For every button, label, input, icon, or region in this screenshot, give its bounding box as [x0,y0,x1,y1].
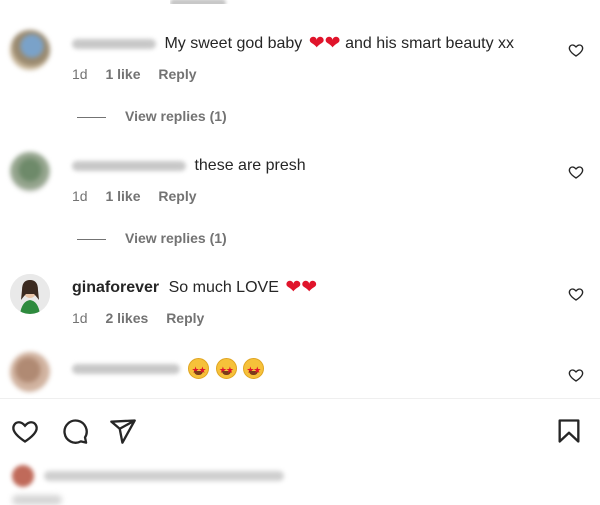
comment-text-suffix: and his smart beauty xx [345,35,515,52]
previous-view-replies-fragment [170,0,240,4]
comment-meta: 1d 1 like Reply [72,188,211,204]
comment-username[interactable]: ginaforever [72,279,159,296]
likes-fragment-blurred [12,495,62,505]
reply-button[interactable]: Reply [158,66,196,82]
avatar[interactable] [10,352,50,392]
star-struck-emoji [243,358,265,380]
star-struck-emoji [215,358,237,380]
comment-meta: 1d 1 like Reply [72,66,211,82]
likes-count[interactable]: 1 like [105,188,140,204]
comment-text: these are presh [194,157,306,174]
view-replies-button[interactable]: View replies (1) [77,230,227,246]
username-blurred[interactable] [72,160,186,171]
username-blurred[interactable] [72,38,156,49]
liked-by-avatar [12,465,34,487]
avatar-image [10,274,50,314]
likes-count[interactable]: 1 like [105,66,140,82]
comment-time: 1d [72,66,88,82]
avatar[interactable] [10,30,50,70]
send-icon[interactable] [109,417,137,445]
avatar[interactable] [10,274,50,314]
likes-count[interactable]: 2 likes [105,310,148,326]
heart-outline-icon[interactable] [568,164,584,180]
heart-outline-icon[interactable] [568,367,584,383]
comment-text-line: these are presh [72,156,306,176]
comment-time: 1d [72,310,88,326]
comment-text-line: My sweet god baby ❤❤ and his smart beaut… [72,34,514,54]
reply-button[interactable]: Reply [158,188,196,204]
view-replies-divider [77,238,106,240]
bookmark-icon[interactable] [555,417,583,445]
view-replies-divider [77,116,106,118]
comment-meta: 1d 2 likes Reply [72,310,218,326]
heart-emoji: ❤❤ [285,277,318,298]
comment-time: 1d [72,188,88,204]
comment-icon[interactable] [61,417,89,445]
comment-text: So much LOVE [168,279,279,296]
post-action-bar [0,398,600,505]
comment-text-line: ginaforever So much LOVE ❤❤ [72,278,317,298]
avatar[interactable] [10,152,50,192]
heart-emoji: ❤❤ [308,33,341,54]
liked-by-text-blurred [43,471,284,481]
like-heart-icon[interactable] [11,417,39,445]
view-replies-button[interactable]: View replies (1) [77,108,227,124]
comment-text-line [72,358,266,380]
liked-by-summary[interactable] [12,465,284,487]
comment-text: My sweet god baby [164,35,303,52]
username-blurred[interactable] [72,363,180,374]
heart-outline-icon[interactable] [568,286,584,302]
star-struck-emoji [188,358,210,380]
reply-button[interactable]: Reply [166,310,204,326]
heart-outline-icon[interactable] [568,42,584,58]
